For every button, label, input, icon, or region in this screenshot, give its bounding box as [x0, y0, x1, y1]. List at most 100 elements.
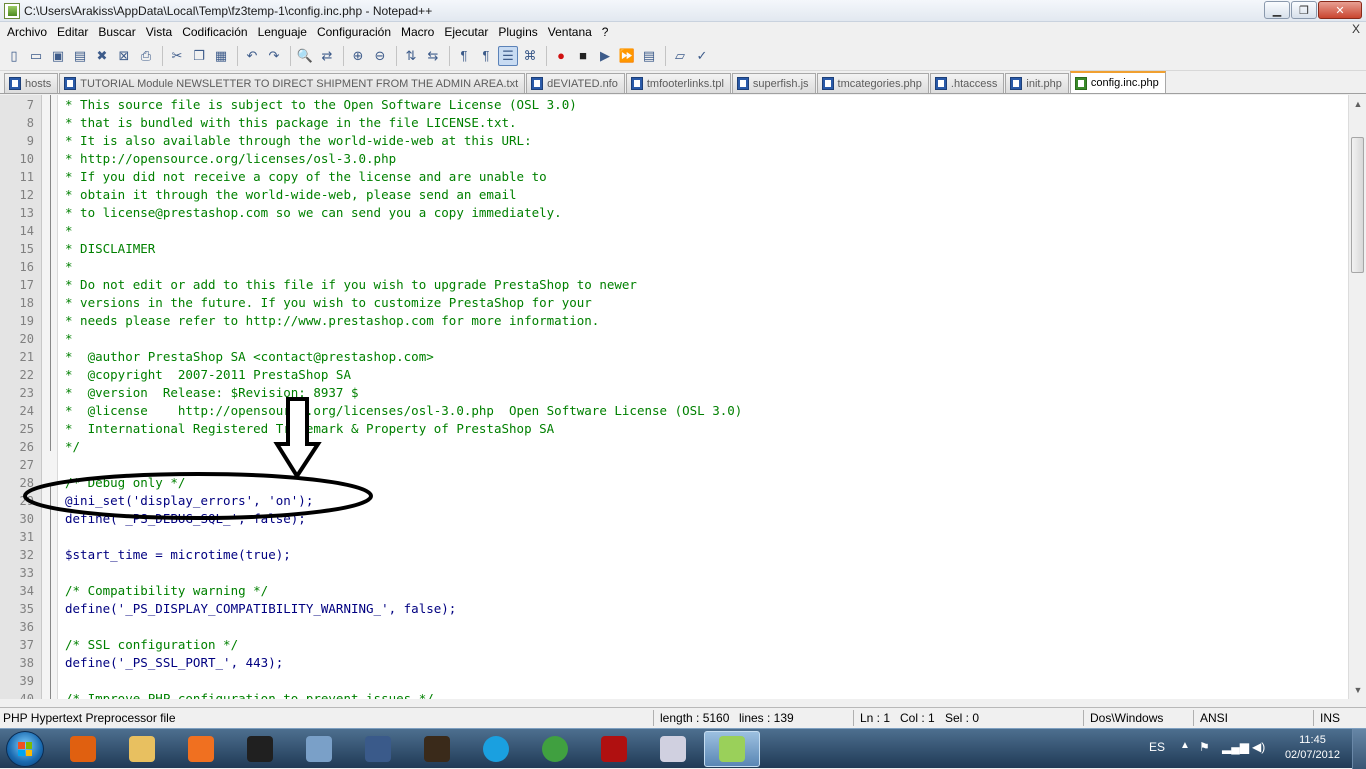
close-all-icon[interactable]: ⊠: [114, 46, 134, 66]
show-desktop-button[interactable]: [1352, 729, 1366, 769]
code-text[interactable]: *: [65, 330, 73, 348]
code-text[interactable]: * DISCLAIMER: [65, 240, 155, 258]
code-text[interactable]: * If you did not receive a copy of the l…: [65, 168, 547, 186]
code-text[interactable]: define('_PS_SSL_PORT_', 443);: [65, 654, 283, 672]
code-text[interactable]: * Do not edit or add to this file if you…: [65, 276, 637, 294]
tab-deviated-nfo[interactable]: dEVIATED.nfo: [526, 73, 625, 93]
code-text[interactable]: /* Compatibility warning */: [65, 582, 268, 600]
taskbar-skype[interactable]: [468, 731, 524, 767]
taskbar-filezilla[interactable]: [586, 731, 642, 767]
scrollbar-thumb[interactable]: [1351, 137, 1364, 273]
new-file-icon[interactable]: ▯: [4, 46, 24, 66]
menu-item[interactable]: Buscar: [93, 25, 140, 39]
close-document-button[interactable]: X: [1352, 22, 1360, 36]
tab-init-php[interactable]: init.php: [1005, 73, 1069, 93]
user-language-icon[interactable]: ⌘: [520, 46, 540, 66]
menu-item[interactable]: Ejecutar: [439, 25, 493, 39]
code-text[interactable]: *: [65, 222, 73, 240]
spell-check-icon[interactable]: ✓: [692, 46, 712, 66]
save-macro-icon[interactable]: ▤: [639, 46, 659, 66]
action-center-flag-icon[interactable]: ⚑: [1199, 740, 1210, 754]
run-macro-multiple-icon[interactable]: ⏩: [617, 46, 637, 66]
taskbar-diablo[interactable]: [409, 731, 465, 767]
zoom-in-icon[interactable]: ⊕: [348, 46, 368, 66]
find-icon[interactable]: 🔍: [295, 46, 315, 66]
minimize-button[interactable]: ▁: [1264, 1, 1290, 19]
menu-item[interactable]: Ventana: [543, 25, 597, 39]
code-text[interactable]: /* Debug only */: [65, 474, 185, 492]
eol-format-label[interactable]: Dos\Windows: [1090, 711, 1163, 725]
open-file-icon[interactable]: ▭: [26, 46, 46, 66]
indent-guide-icon[interactable]: ☰: [498, 45, 518, 66]
network-signal-icon[interactable]: ▂▄▆: [1222, 740, 1249, 754]
stop-record-icon[interactable]: ■: [573, 46, 593, 66]
tab-superfish-js[interactable]: superfish.js: [731, 73, 816, 93]
print-icon[interactable]: ⎙: [136, 46, 156, 66]
tab-tmfooterlinks-tpl[interactable]: tmfooterlinks.tpl: [625, 73, 731, 93]
tab-config-inc-php[interactable]: config.inc.php: [1069, 71, 1166, 93]
input-language-indicator[interactable]: ES: [1149, 740, 1165, 754]
taskbar-need-for-speed[interactable]: [232, 731, 288, 767]
taskbar-notepad-plus-plus[interactable]: [704, 731, 760, 767]
taskbar-explorer-folder[interactable]: [114, 731, 170, 767]
menu-item[interactable]: Configuración: [312, 25, 396, 39]
code-text[interactable]: * @copyright 2007-2011 PrestaShop SA: [65, 366, 351, 384]
code-text[interactable]: * @author PrestaShop SA <contact@prestas…: [65, 348, 434, 366]
code-text[interactable]: define('_PS_DISPLAY_COMPATIBILITY_WARNIN…: [65, 600, 456, 618]
word-wrap-icon[interactable]: ¶: [454, 46, 474, 66]
code-text[interactable]: */: [65, 438, 80, 456]
zoom-out-icon[interactable]: ⊖: [370, 46, 390, 66]
redo-icon[interactable]: ↷: [264, 46, 284, 66]
copy-icon[interactable]: ❐: [189, 46, 209, 66]
menu-item[interactable]: Plugins: [493, 25, 542, 39]
tab-hosts[interactable]: hosts: [4, 73, 59, 93]
menu-item[interactable]: Lenguaje: [253, 25, 312, 39]
undo-icon[interactable]: ↶: [242, 46, 262, 66]
code-text[interactable]: * obtain it through the world-wide-web, …: [65, 186, 517, 204]
code-text[interactable]: * It is also available through the world…: [65, 132, 532, 150]
vertical-scrollbar[interactable]: ▲ ▼: [1348, 95, 1366, 699]
code-text[interactable]: * @version Release: $Revision: 8937 $: [65, 384, 359, 402]
sync-vertical-icon[interactable]: ⇅: [401, 46, 421, 66]
show-hidden-icons-icon[interactable]: ▲: [1180, 740, 1190, 751]
paste-icon[interactable]: ▦: [211, 46, 231, 66]
volume-icon[interactable]: ◀): [1252, 740, 1265, 754]
code-text[interactable]: define('_PS_DEBUG_SQL_', false);: [65, 510, 306, 528]
close-icon[interactable]: ✖: [92, 46, 112, 66]
replace-icon[interactable]: ⇄: [317, 46, 337, 66]
code-text[interactable]: * to license@prestashop.com so we can se…: [65, 204, 562, 222]
close-button[interactable]: ✕: [1318, 1, 1362, 19]
code-text[interactable]: /* Improve PHP configuration to prevent …: [65, 690, 434, 699]
folder-icon[interactable]: ▱: [670, 46, 690, 66]
code-text[interactable]: * @license http://opensource.org/license…: [65, 402, 742, 420]
maximize-button[interactable]: ❐: [1291, 1, 1317, 19]
code-text[interactable]: @ini_set('display_errors', 'on');: [65, 492, 313, 510]
tab-tmcategories-php[interactable]: tmcategories.php: [816, 73, 929, 93]
taskbar-calculator[interactable]: [291, 731, 347, 767]
menu-item[interactable]: Archivo: [2, 25, 52, 39]
code-text[interactable]: * that is bundled with this package in t…: [65, 114, 517, 132]
code-text[interactable]: * http://opensource.org/licenses/osl-3.0…: [65, 150, 396, 168]
menu-item[interactable]: ?: [597, 25, 614, 39]
code-text[interactable]: * needs please refer to http://www.prest…: [65, 312, 599, 330]
code-text[interactable]: * versions in the future. If you wish to…: [65, 294, 592, 312]
menu-item[interactable]: Vista: [141, 25, 177, 39]
menu-item[interactable]: Codificación: [177, 25, 252, 39]
scroll-up-arrow-icon[interactable]: ▲: [1352, 98, 1364, 110]
tab-htaccess[interactable]: .htaccess: [929, 73, 1005, 93]
code-text[interactable]: /* SSL configuration */: [65, 636, 238, 654]
sync-horizontal-icon[interactable]: ⇆: [423, 46, 443, 66]
play-macro-icon[interactable]: ▶: [595, 46, 615, 66]
taskbar-chrome[interactable]: [527, 731, 583, 767]
tab-tutorial-module-newsletter-to-direct-shipment-from-the-admin-area-txt[interactable]: TUTORIAL Module NEWSLETTER TO DIRECT SHI…: [59, 73, 526, 93]
code-text[interactable]: * This source file is subject to the Ope…: [65, 96, 577, 114]
save-all-icon[interactable]: ▤: [70, 46, 90, 66]
start-button[interactable]: [6, 731, 44, 767]
code-text[interactable]: *: [65, 258, 73, 276]
encoding-label[interactable]: ANSI: [1200, 711, 1228, 725]
menu-item[interactable]: Macro: [396, 25, 439, 39]
cut-icon[interactable]: ✂: [167, 46, 187, 66]
code-text[interactable]: * International Registered Trademark & P…: [65, 420, 554, 438]
code-editor[interactable]: 7 * This source file is subject to the Op…: [0, 95, 1366, 699]
code-text[interactable]: $start_time = microtime(true);: [65, 546, 291, 564]
